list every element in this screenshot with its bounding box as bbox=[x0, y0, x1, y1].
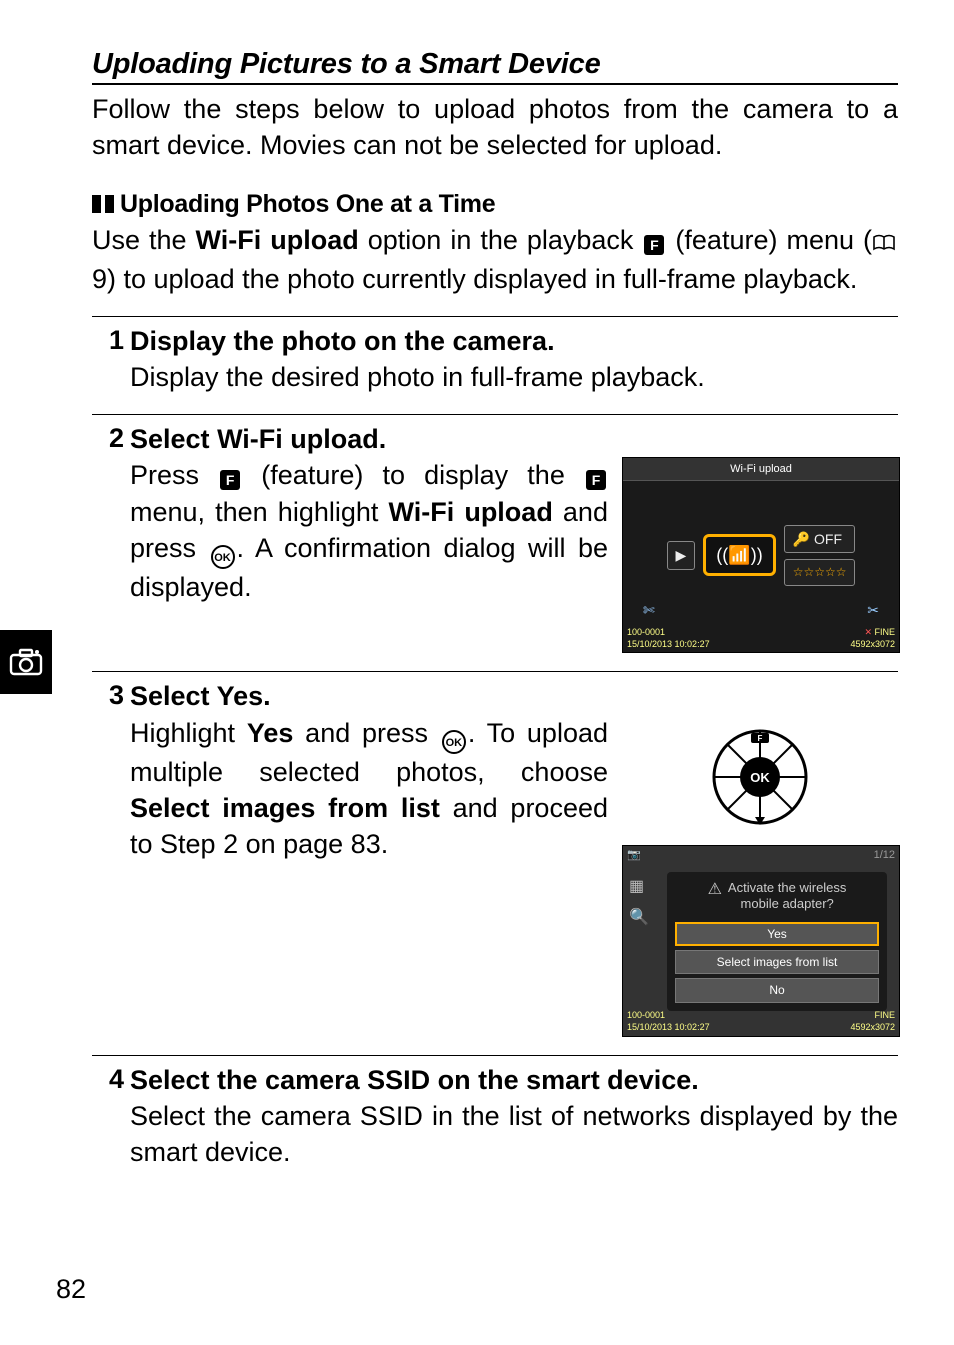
camera-dialog-screenshot: 📷 1/12 ▦ 🔍 ⚠ Activate the wirelessmob bbox=[622, 845, 900, 1037]
step-text: Display the desired photo in full-frame … bbox=[130, 359, 898, 395]
svg-text:F: F bbox=[758, 734, 763, 743]
feature-icon: F bbox=[586, 470, 606, 490]
feature-icon: F bbox=[220, 470, 240, 490]
lcd-size: 4592x3072 bbox=[850, 639, 895, 649]
subsection-marker-icon bbox=[92, 191, 114, 220]
ok-button-icon: OK bbox=[211, 545, 235, 569]
step-3: 3 Select Yes. Highlight Yes and press OK… bbox=[92, 671, 898, 1036]
dlg-counter: 1/12 bbox=[874, 848, 895, 863]
lcd-date: 15/10/2013 10:02:27 bbox=[627, 639, 710, 649]
text-fragment: Use the bbox=[92, 225, 196, 255]
lcd-edit-icon: ✂ bbox=[867, 601, 879, 620]
step-number: 1 bbox=[92, 323, 130, 358]
svg-text:OK: OK bbox=[750, 770, 770, 785]
step-title: Select Wi-Fi upload. bbox=[130, 421, 898, 457]
text-fragment: Highlight bbox=[130, 718, 247, 748]
step-text: Press F (feature) to display the F menu,… bbox=[130, 457, 608, 653]
step-title: Display the photo on the camera. bbox=[130, 323, 898, 359]
subsection-heading-text: Uploading Photos One at a Time bbox=[120, 190, 495, 218]
step-number: 3 bbox=[92, 678, 130, 713]
lcd-status-line: 100-000115/10/2013 10:02:27 ✕ FINE4592x3… bbox=[627, 626, 895, 650]
step-2: 2 Select Wi-Fi upload. Press F (feature)… bbox=[92, 414, 898, 653]
step-title: Select Yes. bbox=[130, 678, 898, 714]
text-bold: Yes bbox=[217, 681, 264, 711]
dlg-status-line: 100-0001 15/10/2013 10:02:27 FINE 4592x307… bbox=[627, 1009, 895, 1033]
text-fragment: menu, then highlight bbox=[130, 497, 388, 527]
step-4: 4 Select the camera SSID on the smart de… bbox=[92, 1055, 898, 1171]
dlg-size: 4592x3072 bbox=[850, 1022, 895, 1032]
text-bold: Wi-Fi upload bbox=[217, 424, 379, 454]
lcd-rating-chip: ☆☆☆☆☆ bbox=[784, 559, 856, 585]
text-bold: Wi-Fi upload bbox=[388, 497, 552, 527]
dlg-msg-line2: mobile adapter? bbox=[741, 896, 834, 911]
lcd-clip-icon: ✄ bbox=[643, 601, 655, 620]
heading-rule bbox=[92, 83, 898, 85]
dlg-file: 100-0001 bbox=[627, 1010, 665, 1020]
camera-lcd-screenshot: Wi-Fi upload ▶ ((📶)) 🔑 OFF ☆☆☆☆☆ ✄ ✂ bbox=[622, 457, 898, 653]
ok-button-icon: OK bbox=[442, 730, 466, 754]
lcd-off-label: OFF bbox=[814, 531, 842, 547]
text-fragment: . bbox=[379, 424, 387, 454]
text-bold: Select images from list bbox=[130, 793, 440, 823]
intro-paragraph: Follow the steps below to upload photos … bbox=[92, 91, 898, 164]
step-number: 2 bbox=[92, 421, 130, 456]
section-heading: Uploading Pictures to a Smart Device bbox=[92, 48, 898, 81]
text-fragment: and press bbox=[293, 718, 439, 748]
feature-icon: F bbox=[644, 235, 664, 255]
text-fragment: . bbox=[263, 681, 271, 711]
text-bold: Yes bbox=[247, 718, 294, 748]
dlg-msg-line1: Activate the wireless bbox=[728, 880, 847, 895]
dlg-thumb-icon: ▦ bbox=[629, 876, 649, 898]
lcd-file: 100-0001 bbox=[627, 627, 665, 637]
lcd-playback-icon: ▶ bbox=[667, 541, 696, 570]
subsection-heading: Uploading Photos One at a Time bbox=[92, 190, 898, 220]
text-fragment: Press bbox=[130, 460, 218, 490]
page-number: 82 bbox=[56, 1274, 86, 1305]
text-fragment: (feature) to display the bbox=[242, 460, 584, 490]
text-fragment: (feature) menu ( bbox=[666, 225, 872, 255]
dlg-zoom-icon: 🔍 bbox=[629, 907, 649, 929]
step-title: Select the camera SSID on the smart devi… bbox=[130, 1062, 898, 1098]
subsection-body: Use the Wi-Fi upload option in the playb… bbox=[92, 222, 898, 298]
lcd-fine: FINE bbox=[874, 627, 895, 637]
dlg-yes-button[interactable]: Yes bbox=[675, 922, 879, 946]
step-1: 1 Display the photo on the camera. Displ… bbox=[92, 316, 898, 396]
dlg-date: 15/10/2013 10:02:27 bbox=[627, 1022, 710, 1032]
text-fragment: Select bbox=[130, 424, 217, 454]
lcd-title: Wi-Fi upload bbox=[623, 458, 899, 481]
book-ref-icon bbox=[872, 225, 896, 261]
dlg-fine: FINE bbox=[874, 1010, 895, 1020]
multi-selector-dial-icon: OK F bbox=[710, 727, 810, 827]
lcd-wifi-option-selected: ((📶)) bbox=[703, 534, 775, 576]
warning-icon: ⚠ bbox=[708, 880, 722, 900]
step-text: Select the camera SSID in the list of ne… bbox=[130, 1098, 898, 1171]
side-tab-camera-icon bbox=[0, 630, 52, 694]
text-fragment: option in the playback bbox=[359, 225, 643, 255]
text-bold: Wi-Fi upload bbox=[196, 225, 359, 255]
dlg-camera-icon: 📷 bbox=[627, 848, 641, 863]
text-fragment: 9) to upload the photo currently display… bbox=[92, 264, 857, 294]
dlg-message: ⚠ Activate the wirelessmobile adapter? bbox=[675, 878, 879, 919]
step-number: 4 bbox=[92, 1062, 130, 1097]
text-fragment: Select bbox=[130, 681, 217, 711]
step-text: Highlight Yes and press OK. To upload mu… bbox=[130, 715, 608, 1037]
lcd-off-chip: 🔑 OFF bbox=[784, 525, 856, 554]
dlg-no-button[interactable]: No bbox=[675, 978, 879, 1002]
dlg-select-from-list-button[interactable]: Select images from list bbox=[675, 950, 879, 974]
